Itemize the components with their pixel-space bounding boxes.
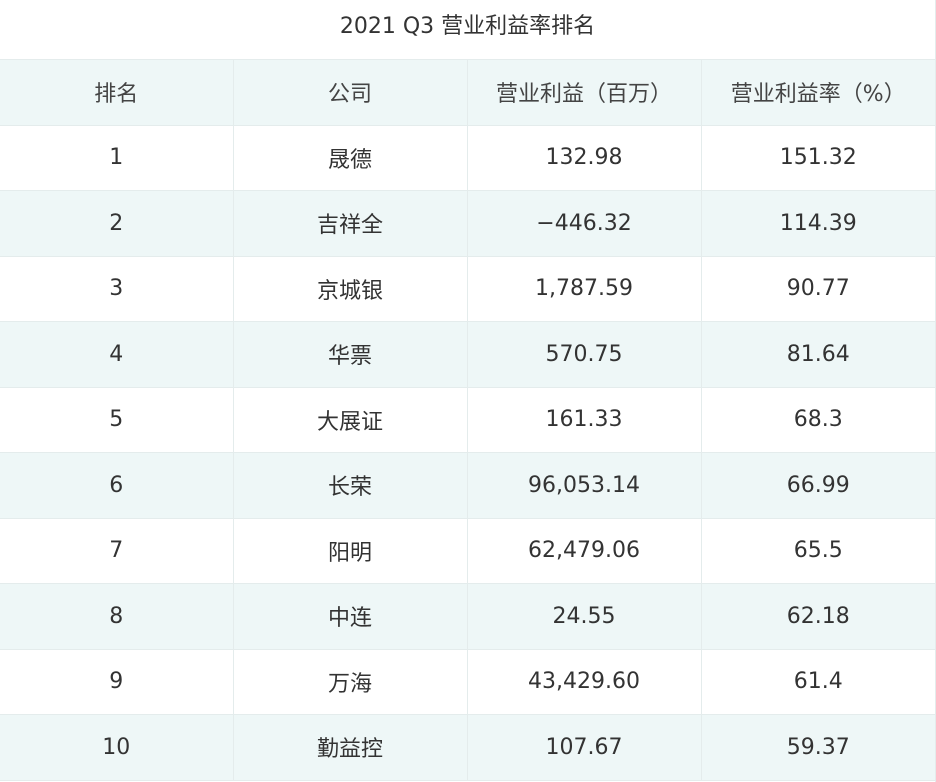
header-operating-profit: 营业利益（百万） bbox=[467, 60, 702, 126]
table-row: 5 大展证 161.33 68.3 bbox=[0, 387, 935, 453]
cell-company: 大展证 bbox=[233, 387, 468, 453]
cell-rank: 3 bbox=[0, 256, 234, 322]
header-rank: 排名 bbox=[0, 60, 234, 126]
cell-operating-margin: 59.37 bbox=[701, 714, 935, 781]
cell-operating-margin: 62.18 bbox=[701, 583, 935, 650]
cell-company: 京城银 bbox=[233, 256, 468, 322]
cell-operating-margin: 81.64 bbox=[701, 321, 935, 388]
header-row: 排名 公司 营业利益（百万） 营业利益率（%） bbox=[0, 60, 935, 126]
ranking-table-container: 2021 Q3 营业利益率排名 排名 公司 营业利益（百万） 营业利益率（%） … bbox=[0, 0, 936, 782]
cell-operating-margin: 151.32 bbox=[701, 125, 935, 191]
cell-operating-profit: 161.33 bbox=[467, 387, 702, 453]
cell-rank: 10 bbox=[0, 714, 234, 781]
cell-company: 勤益控 bbox=[233, 714, 468, 781]
cell-operating-margin: 68.3 bbox=[701, 387, 935, 453]
cell-company: 中连 bbox=[233, 583, 468, 650]
table-row: 6 长荣 96,053.14 66.99 bbox=[0, 452, 935, 519]
cell-operating-profit: 43,429.60 bbox=[467, 649, 702, 715]
cell-operating-profit: 24.55 bbox=[467, 583, 702, 650]
table-title: 2021 Q3 营业利益率排名 bbox=[0, 0, 935, 60]
header-company: 公司 bbox=[233, 60, 468, 126]
cell-rank: 5 bbox=[0, 387, 234, 453]
cell-rank: 4 bbox=[0, 321, 234, 388]
cell-operating-margin: 61.4 bbox=[701, 649, 935, 715]
cell-company: 万海 bbox=[233, 649, 468, 715]
table-row: 4 华票 570.75 81.64 bbox=[0, 321, 935, 388]
cell-rank: 9 bbox=[0, 649, 234, 715]
header-operating-margin: 营业利益率（%） bbox=[701, 60, 935, 126]
cell-company: 华票 bbox=[233, 321, 468, 388]
table-row: 9 万海 43,429.60 61.4 bbox=[0, 649, 935, 715]
cell-rank: 8 bbox=[0, 583, 234, 650]
cell-company: 阳明 bbox=[233, 518, 468, 584]
cell-operating-profit: 570.75 bbox=[467, 321, 702, 388]
table-header: 排名 公司 营业利益（百万） 营业利益率（%） bbox=[0, 60, 935, 126]
table-row: 7 阳明 62,479.06 65.5 bbox=[0, 518, 935, 584]
table-body: 1 晟德 132.98 151.32 2 吉祥全 −446.32 114.39 … bbox=[0, 125, 935, 781]
cell-operating-margin: 90.77 bbox=[701, 256, 935, 322]
cell-operating-margin: 65.5 bbox=[701, 518, 935, 584]
table-row: 3 京城银 1,787.59 90.77 bbox=[0, 256, 935, 322]
cell-rank: 1 bbox=[0, 125, 234, 191]
cell-operating-profit: 132.98 bbox=[467, 125, 702, 191]
table-row: 10 勤益控 107.67 59.37 bbox=[0, 714, 935, 781]
cell-company: 吉祥全 bbox=[233, 190, 468, 257]
table-row: 8 中连 24.55 62.18 bbox=[0, 583, 935, 650]
cell-operating-profit: 107.67 bbox=[467, 714, 702, 781]
cell-rank: 6 bbox=[0, 452, 234, 519]
ranking-table: 排名 公司 营业利益（百万） 营业利益率（%） 1 晟德 132.98 151.… bbox=[0, 60, 935, 781]
table-row: 1 晟德 132.98 151.32 bbox=[0, 125, 935, 191]
table-row: 2 吉祥全 −446.32 114.39 bbox=[0, 190, 935, 257]
cell-rank: 7 bbox=[0, 518, 234, 584]
cell-operating-profit: 96,053.14 bbox=[467, 452, 702, 519]
cell-operating-profit: 62,479.06 bbox=[467, 518, 702, 584]
cell-operating-margin: 66.99 bbox=[701, 452, 935, 519]
cell-company: 晟德 bbox=[233, 125, 468, 191]
cell-operating-margin: 114.39 bbox=[701, 190, 935, 257]
cell-company: 长荣 bbox=[233, 452, 468, 519]
cell-operating-profit: 1,787.59 bbox=[467, 256, 702, 322]
cell-rank: 2 bbox=[0, 190, 234, 257]
cell-operating-profit: −446.32 bbox=[467, 190, 702, 257]
